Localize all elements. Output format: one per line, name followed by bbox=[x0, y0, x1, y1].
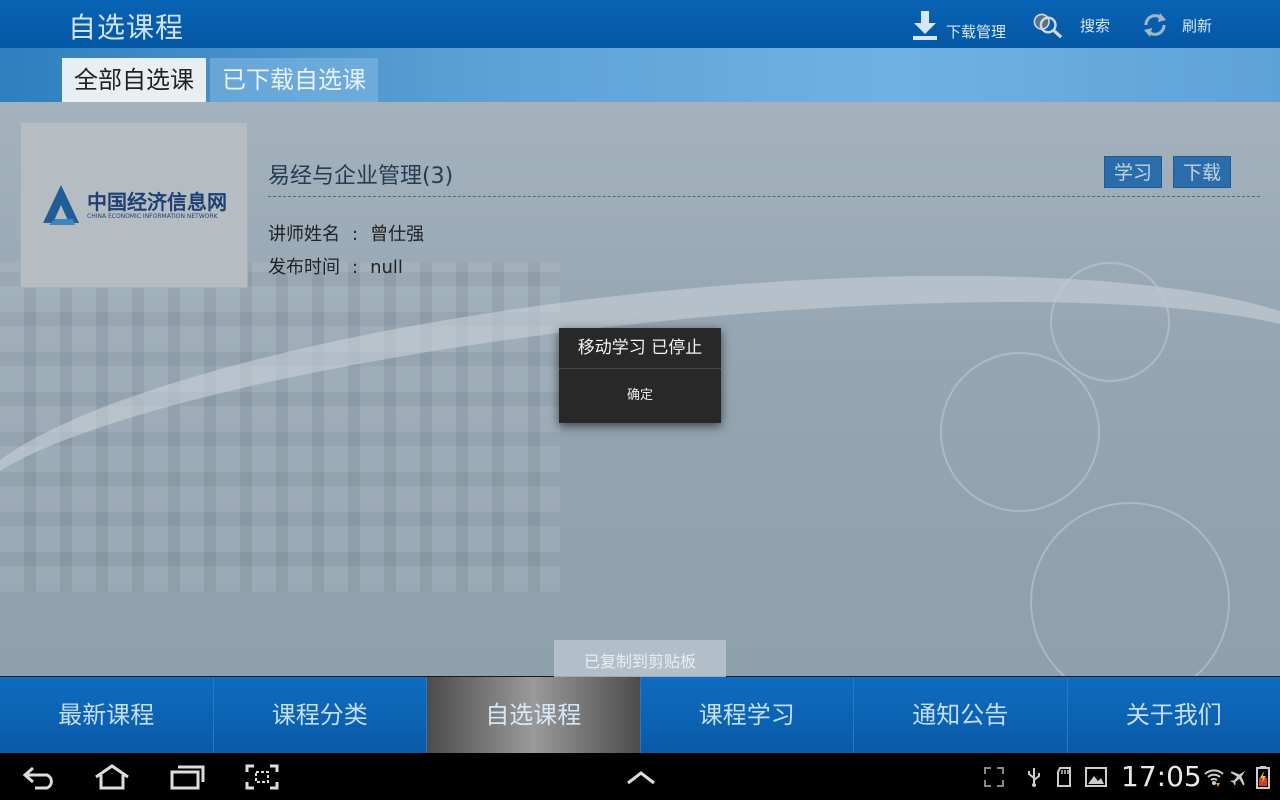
app-stopped-dialog: 移动学习 已停止 确定 bbox=[559, 328, 721, 423]
screenshot-icon[interactable] bbox=[245, 761, 279, 793]
tab-all-courses[interactable]: 全部自选课 bbox=[62, 58, 206, 102]
clock: 17:05 bbox=[1121, 760, 1202, 793]
search-button[interactable]: 搜索 bbox=[1032, 6, 1110, 44]
bottom-nav: 最新课程 课程分类 自选课程 课程学习 通知公告 关于我们 bbox=[0, 677, 1280, 753]
refresh-icon bbox=[1138, 8, 1172, 42]
dialog-title: 移动学习 已停止 bbox=[559, 328, 721, 369]
system-bar: 17:05 bbox=[0, 753, 1280, 800]
battery-icon bbox=[1254, 761, 1272, 793]
menu-up-icon[interactable] bbox=[624, 761, 658, 793]
airplane-icon bbox=[1228, 761, 1250, 793]
download-manager-button[interactable]: 下载管理 bbox=[908, 6, 1006, 44]
refresh-button[interactable]: 刷新 bbox=[1138, 6, 1212, 44]
download-icon bbox=[908, 8, 942, 42]
refresh-label: 刷新 bbox=[1182, 16, 1213, 35]
nav-my-courses[interactable]: 自选课程 bbox=[427, 677, 641, 753]
nav-course-categories[interactable]: 课程分类 bbox=[214, 677, 427, 753]
nav-about-us[interactable]: 关于我们 bbox=[1068, 677, 1280, 753]
recent-apps-icon[interactable] bbox=[170, 761, 206, 793]
nav-course-study[interactable]: 课程学习 bbox=[641, 677, 854, 753]
back-icon[interactable] bbox=[20, 761, 58, 793]
app-header: 自选课程 下载管理 搜索 刷新 bbox=[0, 0, 1280, 48]
dialog-ok-button[interactable]: 确定 bbox=[559, 369, 721, 423]
search-label: 搜索 bbox=[1080, 16, 1111, 35]
page-title: 自选课程 bbox=[68, 11, 185, 44]
home-icon[interactable] bbox=[92, 761, 132, 793]
wifi-icon bbox=[1202, 761, 1226, 793]
nav-announcements[interactable]: 通知公告 bbox=[854, 677, 1068, 753]
gallery-icon bbox=[1084, 761, 1108, 793]
usb-icon bbox=[1024, 761, 1044, 793]
download-manager-label: 下载管理 bbox=[946, 22, 1007, 41]
nav-latest-courses[interactable]: 最新课程 bbox=[0, 677, 214, 753]
search-icon bbox=[1032, 8, 1066, 42]
fullscreen-icon[interactable] bbox=[982, 761, 1006, 793]
sd-card-icon bbox=[1055, 761, 1073, 793]
tab-downloaded-courses[interactable]: 已下载自选课 bbox=[210, 58, 378, 102]
tab-strip: 全部自选课 已下载自选课 bbox=[0, 48, 1280, 102]
